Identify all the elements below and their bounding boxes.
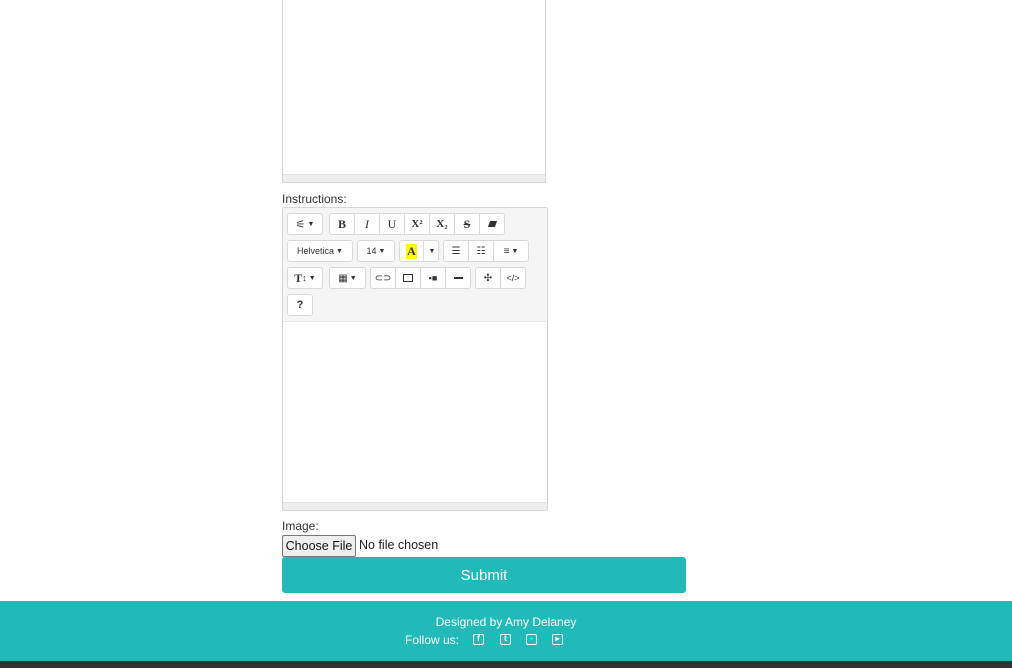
superscript-button[interactable]: X² xyxy=(404,213,430,235)
text-color-button[interactable]: A xyxy=(399,240,424,262)
choose-file-button[interactable]: Choose File xyxy=(282,535,356,557)
line-height-icon: T xyxy=(294,270,303,285)
align-icon: ≡ xyxy=(503,245,510,257)
line-height-button[interactable]: T ↕ ▼ xyxy=(287,267,323,289)
submit-button[interactable]: Submit xyxy=(282,557,686,593)
table-button[interactable]: ▦ ▼ xyxy=(329,267,366,289)
text-color-icon: A xyxy=(406,243,417,259)
image-label: Image: xyxy=(282,519,319,533)
code-view-button[interactable]: </> xyxy=(500,267,526,289)
picture-button[interactable] xyxy=(395,267,421,289)
numbered-list-icon: ☷ xyxy=(476,245,486,257)
eraser-icon xyxy=(487,221,497,227)
instructions-label: Instructions: xyxy=(282,192,347,206)
fullscreen-button[interactable]: ✣ xyxy=(475,267,501,289)
editor-resize-bar[interactable] xyxy=(283,174,545,182)
youtube-icon[interactable]: ▸ xyxy=(552,634,563,645)
footer-credit: Designed by Amy Delaney xyxy=(435,615,577,629)
font-size-dropdown[interactable]: 14 ▼ xyxy=(357,240,395,262)
picture-icon xyxy=(403,274,413,282)
bullet-list-icon: ☰ xyxy=(451,245,461,257)
editor-resize-bar[interactable] xyxy=(283,502,547,510)
magic-style-button[interactable]: ⚟ ▼ xyxy=(287,213,323,235)
unordered-list-button[interactable]: ☰ xyxy=(443,240,469,262)
ordered-list-button[interactable]: ☷ xyxy=(468,240,494,262)
file-status-text: No file chosen xyxy=(359,538,439,552)
strikethrough-button[interactable]: S xyxy=(454,213,480,235)
twitter-icon[interactable]: t xyxy=(500,634,511,645)
underline-button[interactable]: U xyxy=(379,213,405,235)
horizontal-rule-icon xyxy=(453,277,463,279)
magic-wand-icon: ⚟ xyxy=(295,218,306,231)
video-button[interactable]: ▪■ xyxy=(420,267,446,289)
color-dropdown-button[interactable]: ▼ xyxy=(423,240,439,262)
link-icon: ⊂⊃ xyxy=(374,272,392,284)
link-button[interactable]: ⊂⊃ xyxy=(370,267,396,289)
font-size-value: 14 xyxy=(366,246,377,256)
table-icon: ▦ xyxy=(338,272,348,284)
instructions-editor[interactable]: ⚟ ▼ B I U X² X₂ S Helvetica ▼ 14 ▼ A ▼ ☰ ☷ … xyxy=(282,207,548,511)
chevron-down-icon: ▼ xyxy=(428,247,436,255)
facebook-icon[interactable]: f xyxy=(473,634,484,645)
follow-label: Follow us: xyxy=(405,633,460,647)
ingredients-editor[interactable] xyxy=(282,0,546,183)
footer-bottom-bar xyxy=(0,661,1012,668)
subscript-button[interactable]: X₂ xyxy=(429,213,455,235)
footer xyxy=(0,601,1012,661)
italic-button[interactable]: I xyxy=(354,213,380,235)
help-button[interactable]: ? xyxy=(287,294,313,316)
editor-toolbar: ⚟ ▼ B I U X² X₂ S Helvetica ▼ 14 ▼ A ▼ ☰ ☷ … xyxy=(283,208,547,322)
paragraph-align-button[interactable]: ≡ ▼ xyxy=(493,240,529,262)
code-icon: </> xyxy=(506,273,520,283)
fullscreen-icon: ✣ xyxy=(483,272,493,284)
font-family-value: Helvetica xyxy=(297,246,335,256)
instagram-icon[interactable]: ◦ xyxy=(526,634,537,645)
horizontal-rule-button[interactable] xyxy=(445,267,471,289)
font-family-dropdown[interactable]: Helvetica ▼ xyxy=(287,240,353,262)
video-icon: ▪■ xyxy=(428,273,438,283)
bold-button[interactable]: B xyxy=(329,213,355,235)
eraser-button[interactable] xyxy=(479,213,505,235)
